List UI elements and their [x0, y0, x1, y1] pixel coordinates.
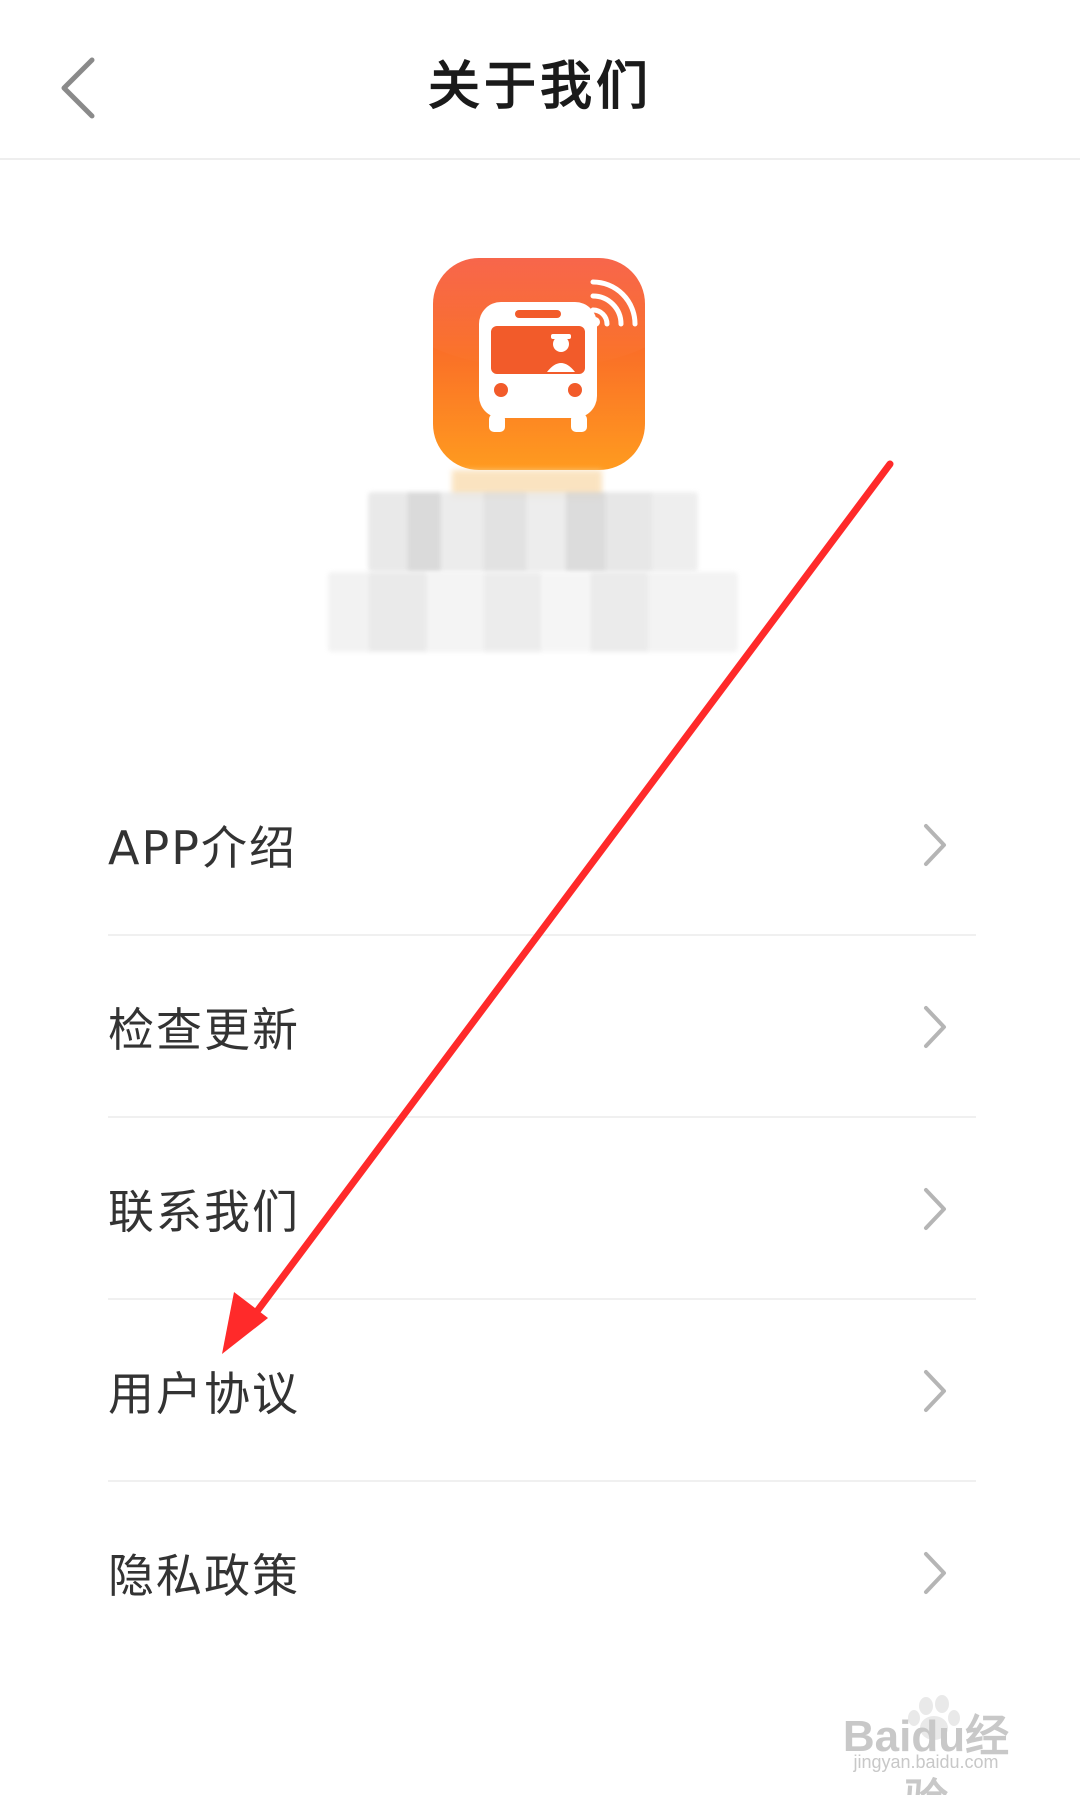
chevron-right-icon: [924, 1370, 946, 1412]
watermark-url: jingyan.baidu.com: [853, 1752, 999, 1772]
app-logo: [433, 258, 645, 470]
app-name-redacted: [368, 492, 698, 572]
chevron-right-icon: [924, 1552, 946, 1594]
menu-item-user-agreement[interactable]: 用户协议: [0, 1300, 1080, 1482]
menu-item-label: 隐私政策: [108, 1549, 300, 1603]
menu-item-check-update[interactable]: 检查更新: [0, 936, 1080, 1118]
chevron-right-icon: [924, 1188, 946, 1230]
watermark-brand: Baidu经验: [842, 1712, 1010, 1795]
menu-item-label: APP介绍: [108, 821, 297, 875]
app-version-redacted: [328, 572, 738, 652]
about-us-page: 关于我们 APP介绍 检查更新 联系我们 用户协议 隐私政策 Baidu经 ji…: [0, 0, 1080, 1795]
menu-item-label: 用户协议: [108, 1367, 300, 1421]
menu-item-contact-us[interactable]: 联系我们: [0, 1118, 1080, 1300]
chevron-right-icon: [924, 1006, 946, 1048]
menu-item-privacy-policy[interactable]: 隐私政策: [0, 1482, 1080, 1664]
bus-logo-icon: [433, 258, 645, 470]
menu-item-label: 检查更新: [108, 1003, 300, 1057]
page-title: 关于我们: [427, 57, 652, 117]
chevron-right-icon: [924, 824, 946, 866]
menu-item-app-intro[interactable]: APP介绍: [0, 754, 1080, 936]
about-menu-list: APP介绍 检查更新 联系我们 用户协议 隐私政策: [0, 754, 1080, 1664]
header-bar: 关于我们: [0, 0, 1080, 160]
menu-item-label: 联系我们: [108, 1185, 300, 1239]
